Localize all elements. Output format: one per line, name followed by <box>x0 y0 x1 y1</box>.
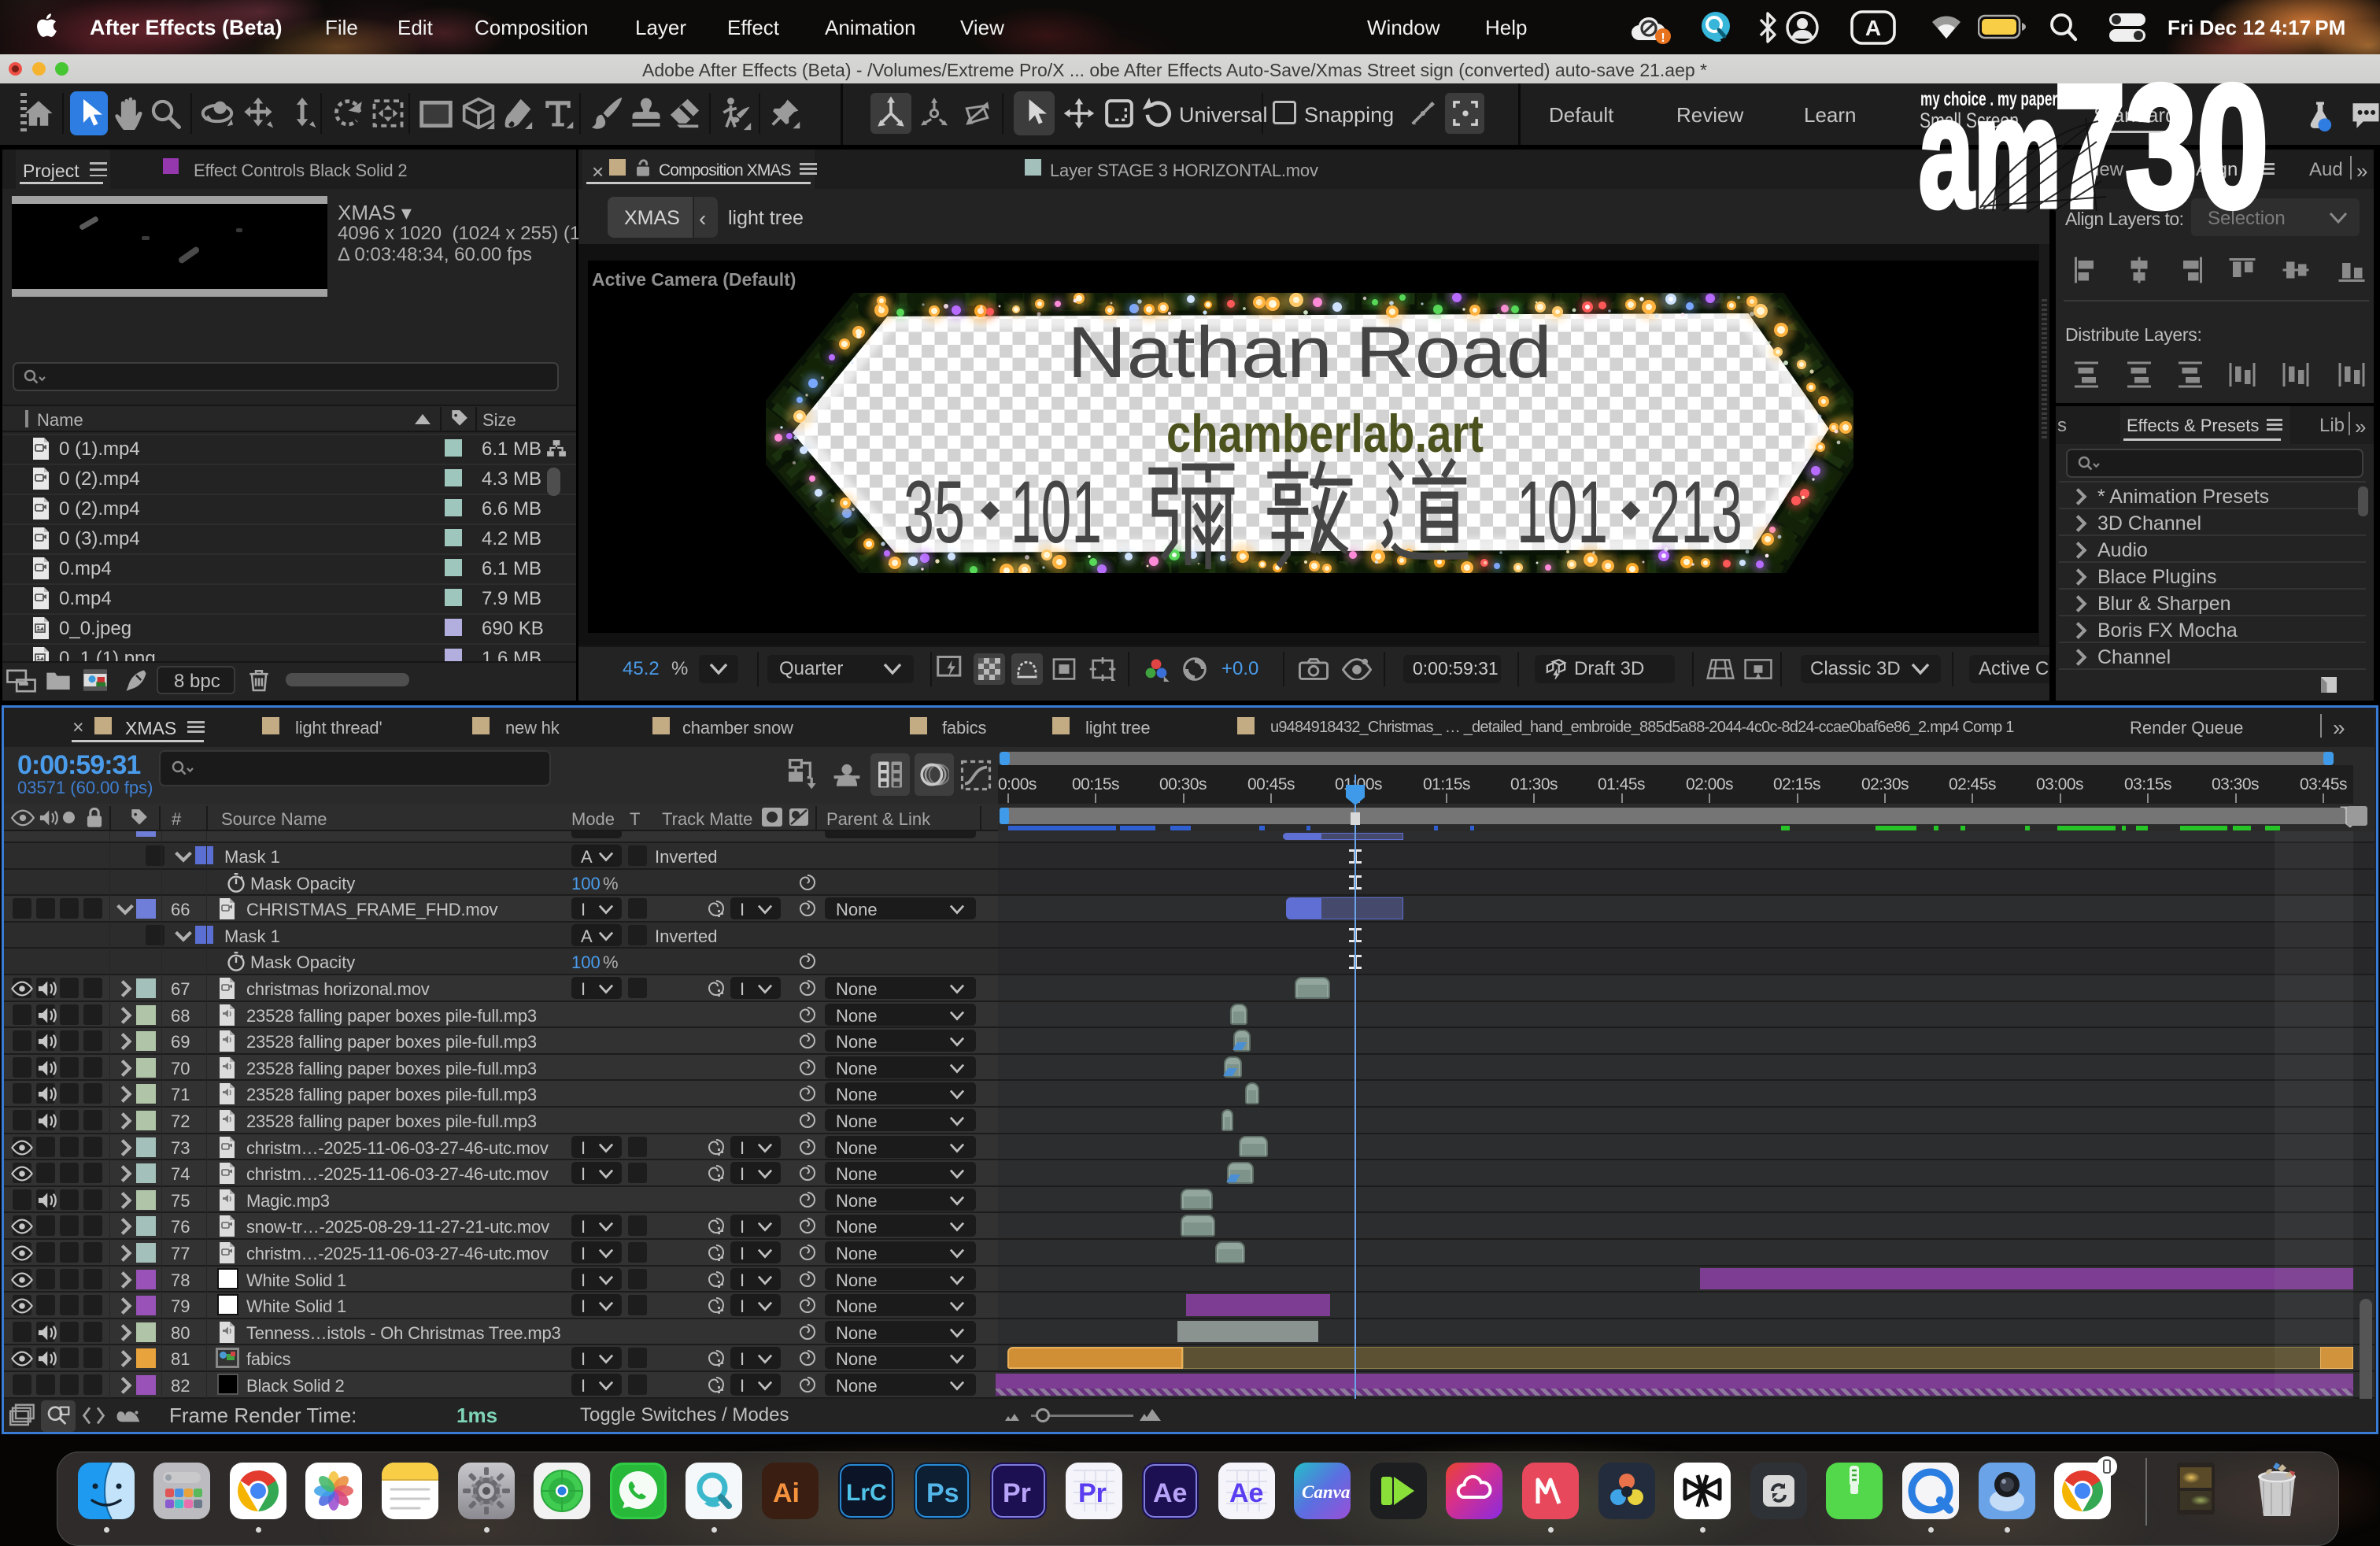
svg-text:101: 101 <box>1011 463 1102 561</box>
svg-text:Ae: Ae <box>1229 1478 1263 1508</box>
svg-text:Ps: Ps <box>926 1478 959 1508</box>
svg-text:Ai: Ai <box>773 1478 800 1508</box>
svg-text:Pr: Pr <box>1003 1478 1031 1508</box>
svg-text:LrC: LrC <box>846 1480 887 1506</box>
svg-text:am: am <box>1919 65 2061 236</box>
svg-text:730: 730 <box>2054 49 2268 236</box>
svg-text:chamberlab.art: chamberlab.art <box>1166 404 1484 464</box>
svg-text:Pr: Pr <box>1078 1478 1107 1508</box>
svg-text:Ae: Ae <box>1153 1478 1187 1508</box>
svg-text:35: 35 <box>904 463 965 561</box>
svg-text:Nathan Road: Nathan Road <box>1067 313 1552 393</box>
svg-text:!: ! <box>1661 31 1665 45</box>
svg-text:A: A <box>1865 16 1881 40</box>
svg-text:101: 101 <box>1517 463 1608 561</box>
svg-text:Canva: Canva <box>1302 1482 1350 1502</box>
svg-text:213: 213 <box>1650 463 1743 561</box>
